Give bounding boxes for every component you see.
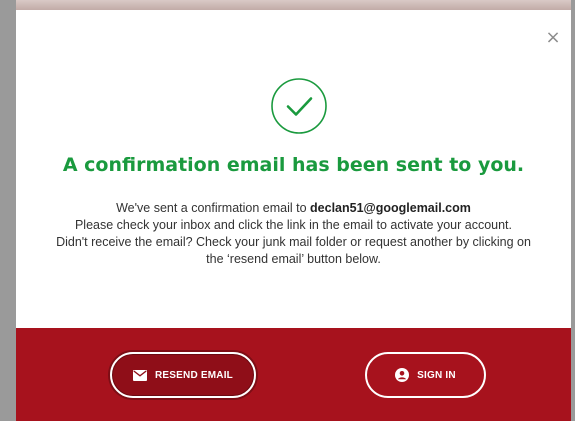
modal-footer: RESEND EMAIL SIGN IN bbox=[16, 328, 571, 421]
backdrop-right bbox=[571, 0, 575, 421]
message-line-3: Didn't receive the email? Check your jun… bbox=[56, 235, 531, 266]
message-line-1: We've sent a confirmation email to decla… bbox=[56, 200, 531, 217]
success-check-icon bbox=[271, 78, 327, 134]
message-prefix: We've sent a confirmation email to bbox=[116, 201, 311, 215]
sign-in-button[interactable]: SIGN IN bbox=[365, 352, 486, 398]
user-icon bbox=[395, 368, 410, 382]
backdrop-left bbox=[0, 0, 16, 421]
close-icon[interactable]: × bbox=[545, 29, 561, 47]
resend-email-label: RESEND EMAIL bbox=[155, 369, 233, 381]
modal-title: A confirmation email has been sent to yo… bbox=[62, 154, 525, 176]
email-address: declan51@googlemail.com bbox=[310, 201, 471, 215]
resend-email-button[interactable]: RESEND EMAIL bbox=[110, 352, 256, 398]
modal-message: We've sent a confirmation email to decla… bbox=[56, 200, 531, 268]
confirmation-modal: × A confirmation email has been sent to … bbox=[16, 10, 571, 421]
sign-in-label: SIGN IN bbox=[417, 369, 456, 381]
envelope-icon bbox=[133, 369, 148, 381]
message-line-2: Please check your inbox and click the li… bbox=[74, 218, 513, 232]
